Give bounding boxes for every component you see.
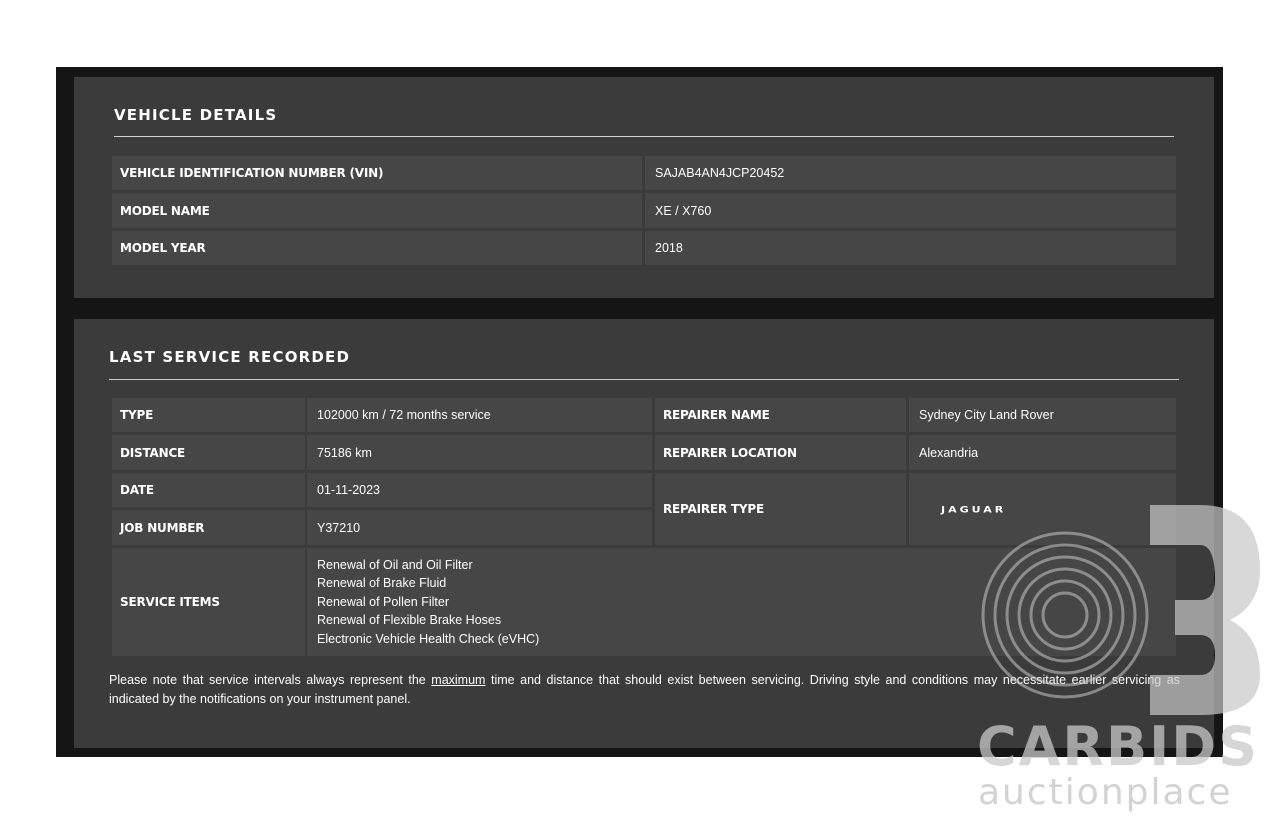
repairer-name-label: REPAIRER NAME (655, 398, 906, 432)
type-label: TYPE (112, 398, 305, 432)
service-item: Renewal of Flexible Brake Hoses (317, 613, 502, 628)
service-item: Renewal of Oil and Oil Filter (317, 557, 473, 572)
job-number-value: Y37210 (307, 510, 652, 545)
repairer-type-value: JAGUAR (909, 473, 1176, 545)
distance-value: 75186 km (307, 435, 652, 470)
watermark-tagline: auctionplace (978, 772, 1233, 813)
service-item: Renewal of Pollen Filter (317, 594, 450, 609)
model-name-label: MODEL NAME (112, 193, 642, 228)
service-item: Electronic Vehicle Health Check (eVHC) (317, 631, 540, 646)
vin-label: VEHICLE IDENTIFICATION NUMBER (VIN) (112, 156, 642, 190)
last-service-title: LAST SERVICE RECORDED (109, 348, 351, 366)
vehicle-details-divider (114, 136, 1174, 137)
vin-value: SAJAB4AN4JCP20452 (645, 156, 1176, 190)
model-year-label: MODEL YEAR (112, 231, 642, 265)
jaguar-logo: JAGUAR (941, 503, 1007, 515)
vehicle-details-panel: VEHICLE DETAILS VEHICLE IDENTIFICATION N… (74, 77, 1214, 298)
last-service-panel: LAST SERVICE RECORDED TYPE 102000 km / 7… (74, 319, 1214, 748)
report-container: VEHICLE DETAILS VEHICLE IDENTIFICATION N… (56, 67, 1223, 757)
date-label: DATE (112, 473, 305, 507)
service-interval-note: Please note that service intervals alway… (109, 671, 1180, 709)
model-year-value: 2018 (645, 231, 1176, 265)
model-name-value: XE / X760 (645, 193, 1176, 228)
last-service-divider (109, 379, 1179, 380)
note-emphasis: maximum (431, 673, 486, 687)
vehicle-details-title: VEHICLE DETAILS (114, 106, 278, 124)
note-text-start: Please note that service intervals alway… (109, 673, 432, 687)
date-value: 01-11-2023 (307, 473, 652, 507)
repairer-location-label: REPAIRER LOCATION (655, 435, 906, 470)
service-items-label: SERVICE ITEMS (112, 548, 305, 656)
watermark-brand: CARBIDS (977, 715, 1259, 778)
repairer-location-value: Alexandria (909, 435, 1176, 470)
job-number-label: JOB NUMBER (112, 510, 305, 545)
distance-label: DISTANCE (112, 435, 305, 470)
type-value: 102000 km / 72 months service (307, 398, 652, 432)
repairer-name-value: Sydney City Land Rover (909, 398, 1176, 432)
service-items-list: Renewal of Oil and Oil Filter Renewal of… (307, 548, 1176, 656)
repairer-type-label: REPAIRER TYPE (655, 473, 906, 545)
service-item: Renewal of Brake Fluid (317, 576, 447, 591)
